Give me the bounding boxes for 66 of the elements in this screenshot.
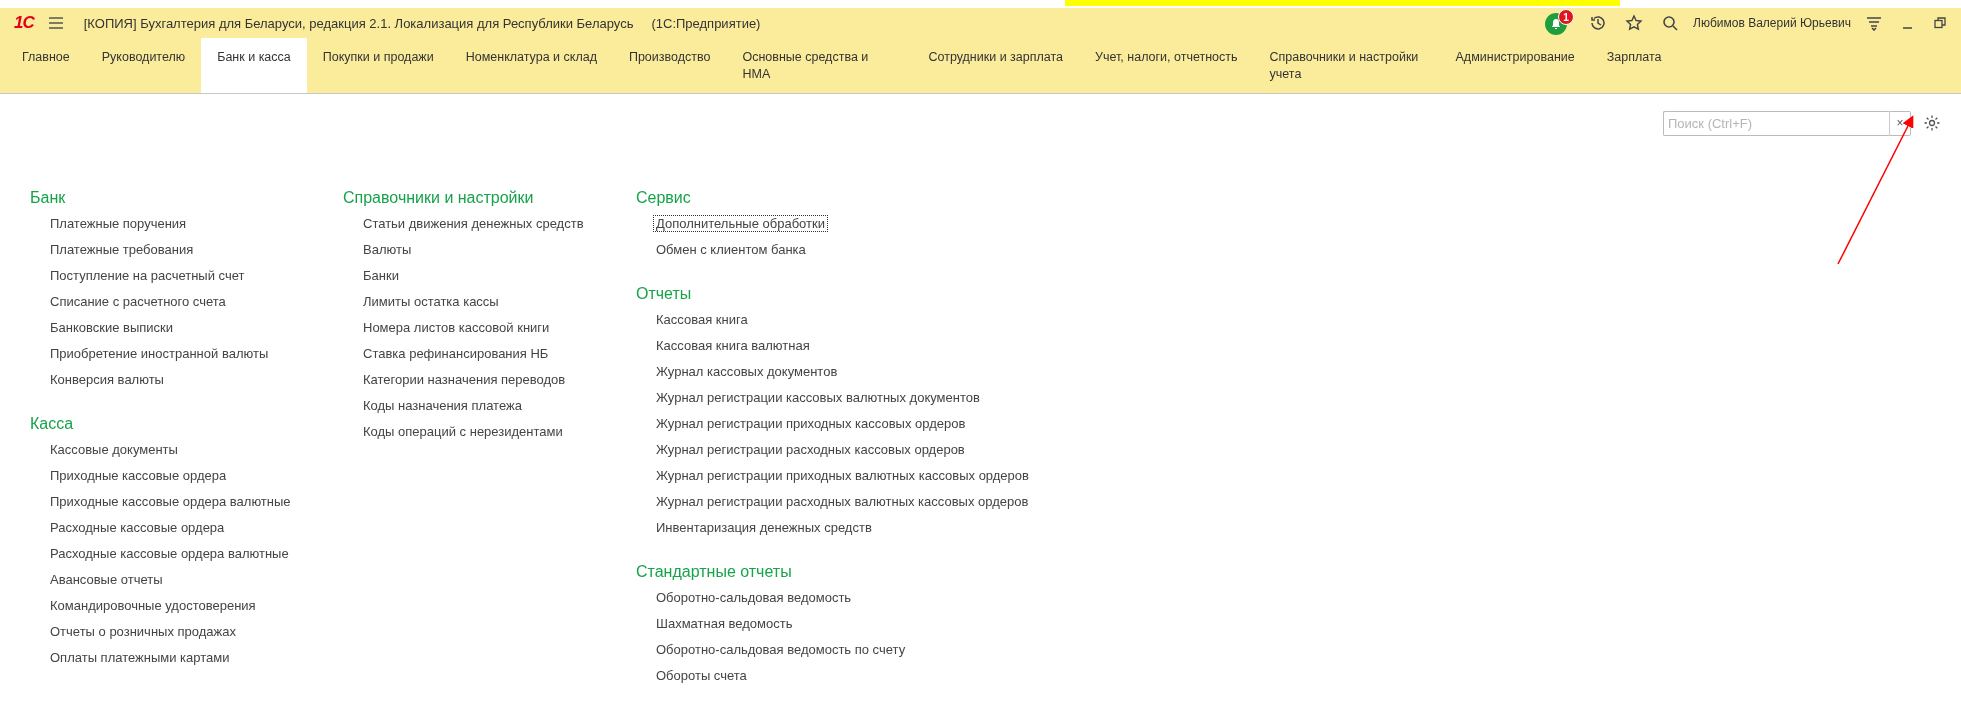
menu-link[interactable]: Номера листов кассовой книги xyxy=(361,320,552,335)
menu-link[interactable]: Авансовые отчеты xyxy=(48,572,165,587)
menu-link[interactable]: Коды операций с нерезидентами xyxy=(361,424,565,439)
menu-link[interactable]: Кассовая книга xyxy=(654,312,750,327)
menu-link[interactable]: Журнал регистрации расходных валютных кассовых ордеров xyxy=(654,494,1031,509)
section-tab[interactable]: Банк и касса xyxy=(201,38,307,93)
menu-link[interactable]: Приходные кассовые ордера xyxy=(48,468,229,483)
menu-link[interactable]: Оплаты платежными картами xyxy=(48,650,232,665)
menu-link[interactable]: Расходные кассовые ордера xyxy=(48,520,227,535)
menu-link[interactable]: Отчеты о розничных продажах xyxy=(48,624,238,639)
menu-link[interactable]: Шахматная ведомость xyxy=(654,616,795,631)
section-heading: Сервис xyxy=(636,188,691,208)
menu-link[interactable]: Расходные кассовые ордера валютные xyxy=(48,546,291,561)
section-tab[interactable]: Основные средства и НМА xyxy=(726,38,913,93)
section-tab[interactable]: Покупки и продажи xyxy=(306,38,450,93)
user-name[interactable]: Любимов Валерий Юрьевич xyxy=(1693,16,1851,30)
app-logo: 1С xyxy=(14,13,34,33)
menu-link[interactable]: Обороты счета xyxy=(654,668,749,683)
menu-link[interactable]: Валюты xyxy=(361,242,414,257)
menu-link[interactable]: Журнал регистрации приходных валютных кассовых ордеров xyxy=(654,468,1031,483)
menu-link[interactable]: Журнал регистрации приходных кассовых ордеров xyxy=(654,416,968,431)
menu-link[interactable]: Категории назначения переводов xyxy=(361,372,568,387)
section-heading: Отчеты xyxy=(636,284,692,304)
menu-link[interactable]: Кассовая книга валютная xyxy=(654,338,812,353)
menu-link[interactable]: Списание с расчетного счета xyxy=(48,294,228,309)
menu-link[interactable]: Конверсия валюты xyxy=(48,372,166,387)
menu-link[interactable]: Командировочные удостоверения xyxy=(48,598,258,613)
menu-link[interactable]: Платежные требования xyxy=(48,242,196,257)
search-field[interactable]: Поиск (Ctrl+F) xyxy=(1663,110,1889,136)
menu-link[interactable]: Статьи движения денежных средств xyxy=(361,216,586,231)
menu-link[interactable]: Коды назначения платежа xyxy=(361,398,524,413)
menu-link[interactable]: Журнал регистрации расходных кассовых ордеров xyxy=(654,442,967,457)
menu-link[interactable]: Приобретение иностранной валюты xyxy=(48,346,271,361)
section-tab[interactable]: Номенклатура и склад xyxy=(449,38,613,93)
section-heading: Банк xyxy=(30,188,66,208)
menu-link[interactable]: Оборотно-сальдовая ведомость xyxy=(654,590,854,605)
section-tab[interactable]: Главное xyxy=(6,38,86,93)
section-heading: Касса xyxy=(30,414,74,434)
notifications-button[interactable]: 1 xyxy=(1543,8,1576,38)
menu-link[interactable]: Обмен с клиентом банка xyxy=(654,242,808,257)
app-name: (1С:Предприятие) xyxy=(651,15,761,31)
section-tab[interactable]: Администрирование xyxy=(1439,38,1591,93)
window-title: [КОПИЯ] Бухгалтерия для Беларуси, редакция 2.1. Локализация для Республики Беларусь xyxy=(83,15,634,31)
section-tab[interactable]: Зарплата xyxy=(1590,38,1678,93)
menu-link[interactable]: Кассовые документы xyxy=(48,442,180,457)
section-tab[interactable]: Производство xyxy=(612,38,727,93)
menu-link[interactable]: Ставка рефинансирования НБ xyxy=(361,346,551,361)
menu-link[interactable]: Банки xyxy=(361,268,401,283)
menu-link[interactable]: Инвентаризация денежных средств xyxy=(654,520,874,535)
section-tab[interactable]: Сотрудники и зарплата xyxy=(912,38,1079,93)
menu-link[interactable]: Оборотно-сальдовая ведомость по счету xyxy=(654,642,908,657)
menu-link[interactable]: Поступление на расчетный счет xyxy=(48,268,247,283)
menu-link[interactable]: Приходные кассовые ордера валютные xyxy=(48,494,293,509)
section-tab[interactable]: Учет, налоги, отчетность xyxy=(1079,38,1254,93)
menu-link[interactable]: Платежные поручения xyxy=(48,216,189,231)
menu-link[interactable]: Журнал кассовых документов xyxy=(654,364,840,379)
menu-link[interactable]: Дополнительные обработки xyxy=(654,216,827,231)
section-tab[interactable]: Руководителю xyxy=(85,38,202,93)
section-tab[interactable]: Справочники и настройки учета xyxy=(1253,38,1440,93)
section-heading: Справочники и настройки xyxy=(343,188,534,208)
menu-link[interactable]: Журнал регистрации кассовых валютных документов xyxy=(654,390,982,405)
notification-badge: 1 xyxy=(1558,9,1575,25)
menu-link[interactable]: Банковские выписки xyxy=(48,320,176,335)
clear-button[interactable]: × xyxy=(1889,110,1911,136)
menu-link[interactable]: Лимиты остатка кассы xyxy=(361,294,501,309)
section-heading: Стандартные отчеты xyxy=(636,562,792,582)
